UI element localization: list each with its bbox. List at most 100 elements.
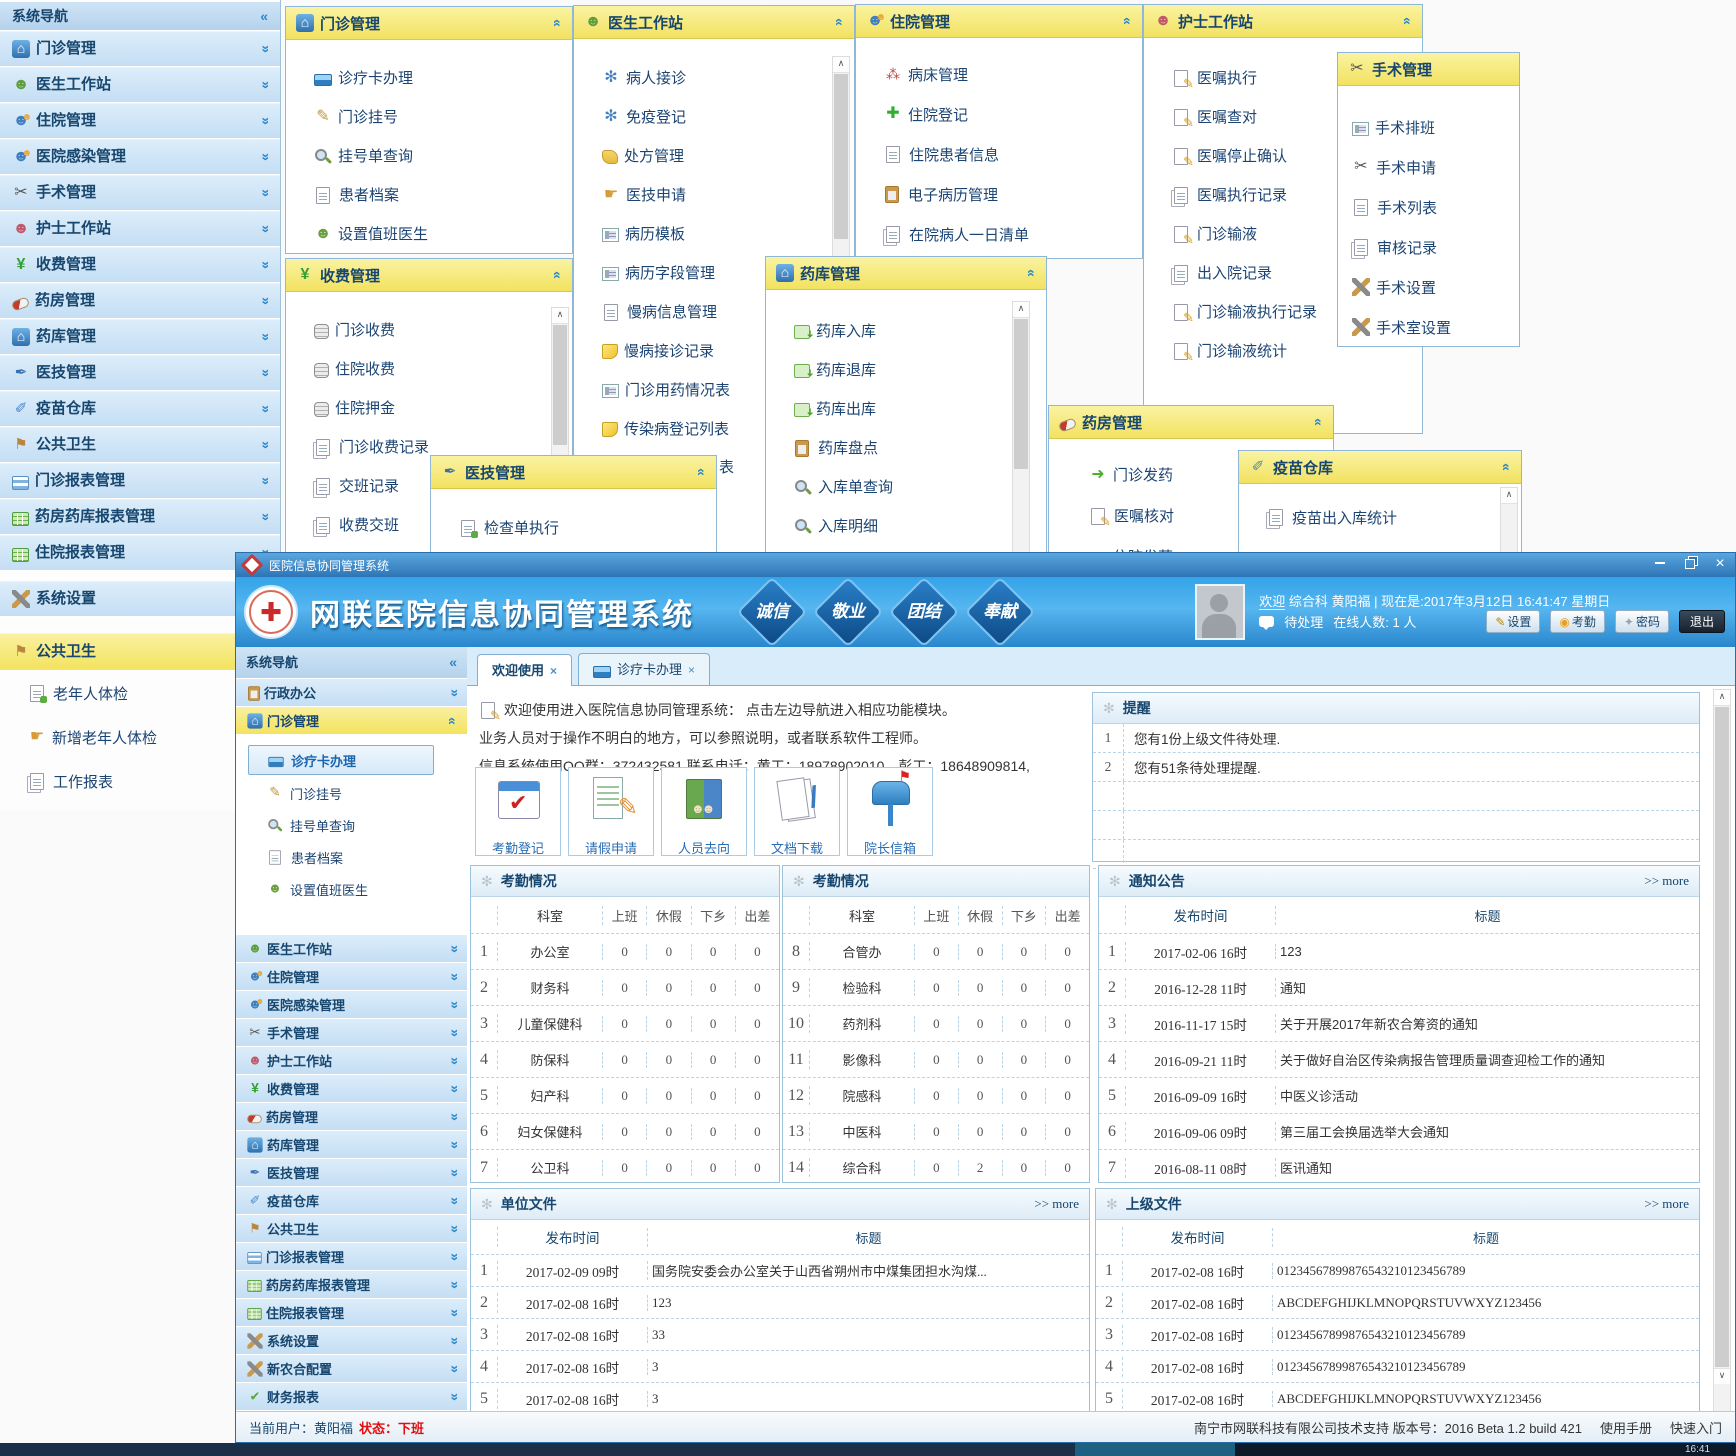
- table-row[interactable]: 22016-12-28 11时 通知: [1099, 969, 1699, 1005]
- nav-item[interactable]: 手术管理 «: [0, 175, 280, 211]
- table-row[interactable]: 42017-02-08 16时 012345678998765432101234…: [1096, 1350, 1699, 1382]
- table-row[interactable]: 2财务科 00 00: [471, 969, 779, 1005]
- table-row[interactable]: 32017-02-08 16时 012345678998765432101234…: [1096, 1318, 1699, 1350]
- table-row[interactable]: 72016-08-11 08时 医讯通知: [1099, 1149, 1699, 1185]
- table-row[interactable]: 12017-02-09 09时 国务院安委会办公室关于山西省朔州市中煤集团担水沟…: [471, 1254, 1089, 1286]
- table-row[interactable]: 13中医科 00 00: [783, 1113, 1089, 1149]
- menu-item[interactable]: 手术排班: [1338, 107, 1519, 147]
- table-row[interactable]: 12017-02-08 16时 012345678998765432101234…: [1096, 1254, 1699, 1286]
- menu-item[interactable]: 住院收费: [286, 349, 572, 388]
- menu-item[interactable]: 入库单查询: [766, 467, 1046, 506]
- panel-header[interactable]: 药房管理 «: [1049, 406, 1333, 439]
- table-row[interactable]: 22017-02-08 16时 ABCDEFGHIJKLMNOPQRSTUVWX…: [1096, 1286, 1699, 1318]
- panel-header[interactable]: 疫苗仓库 «: [1239, 451, 1521, 484]
- sidebar-group[interactable]: 医技管理 «: [236, 1159, 467, 1187]
- nav-item[interactable]: 门诊管理 «: [0, 31, 280, 67]
- menu-item[interactable]: 设置值班医生: [286, 214, 572, 253]
- nav-item[interactable]: 疫苗仓库 «: [0, 391, 280, 427]
- attendance-register-button[interactable]: 考勤登记: [475, 767, 561, 856]
- menu-item[interactable]: 处方管理: [574, 136, 854, 175]
- attendance-button[interactable]: ◉考勤: [1550, 610, 1605, 633]
- table-row[interactable]: 14综合科 02 00: [783, 1149, 1089, 1185]
- panel-header[interactable]: 住院管理 «: [856, 5, 1142, 38]
- nav-item[interactable]: 医技管理 «: [0, 355, 280, 391]
- sidebar-group[interactable]: 住院管理 «: [236, 963, 467, 991]
- scroll-up-icon[interactable]: ∧: [1714, 690, 1730, 706]
- sidebar-group[interactable]: 医院感染管理 «: [236, 991, 467, 1019]
- table-row[interactable]: 6妇女保健科 00 00: [471, 1113, 779, 1149]
- menu-item[interactable]: 住院押金: [286, 388, 572, 427]
- manual-link[interactable]: 使用手册: [1600, 1418, 1652, 1437]
- content-scrollbar[interactable]: ∧ ∨: [1713, 689, 1731, 1411]
- nav-item[interactable]: 公共卫生 «: [0, 427, 280, 463]
- sidebar-group[interactable]: 行政办公 «: [236, 679, 467, 707]
- panel-scrollbar[interactable]: ∧: [1500, 487, 1518, 553]
- sidebar-group[interactable]: 药库管理 «: [236, 1131, 467, 1159]
- menu-item[interactable]: 医技申请: [574, 175, 854, 214]
- table-row[interactable]: 12017-02-06 16时 123: [1099, 933, 1699, 969]
- collapse-up-icon[interactable]: «: [1120, 17, 1136, 25]
- sidebar-group[interactable]: 手术管理 «: [236, 1019, 467, 1047]
- reminder-row[interactable]: 2 您有51条待处理提醒.: [1093, 753, 1699, 782]
- collapse-up-icon[interactable]: «: [1311, 418, 1327, 426]
- menu-item[interactable]: 审核记录: [1338, 227, 1519, 267]
- pending-link[interactable]: 待处理: [1284, 612, 1323, 631]
- scroll-down-icon[interactable]: ∨: [1714, 1368, 1730, 1384]
- sidebar-group[interactable]: 医生工作站 «: [236, 935, 467, 963]
- sidebar-group[interactable]: 财务报表 «: [236, 1383, 467, 1411]
- menu-item[interactable]: 患者档案: [286, 175, 572, 214]
- nav-item[interactable]: 药房管理 «: [0, 283, 280, 319]
- table-row[interactable]: 1办公室 00 00: [471, 933, 779, 969]
- table-row[interactable]: 62016-09-06 09时 第三届工会换届选举大会通知: [1099, 1113, 1699, 1149]
- nav-item[interactable]: 药库管理 «: [0, 319, 280, 355]
- menu-item[interactable]: 疫苗出入库统计: [1239, 498, 1521, 536]
- nav-item[interactable]: 药房药库报表管理 «: [0, 499, 280, 535]
- menu-item[interactable]: 门诊收费: [286, 310, 572, 349]
- quickstart-link[interactable]: 快速入门: [1670, 1418, 1722, 1437]
- scroll-thumb[interactable]: [1715, 707, 1729, 1367]
- more-link[interactable]: >> more: [1644, 873, 1689, 889]
- tab-card-handling[interactable]: 诊疗卡办理 ×: [578, 653, 710, 685]
- more-link[interactable]: >> more: [1644, 1196, 1689, 1212]
- menu-item[interactable]: 病人接诊: [574, 58, 854, 97]
- table-row[interactable]: 12院感科 00 00: [783, 1077, 1089, 1113]
- nav-item[interactable]: 门诊报表管理 «: [0, 463, 280, 499]
- menu-item[interactable]: 药库出库: [766, 389, 1046, 428]
- nav-item[interactable]: 住院管理 «: [0, 103, 280, 139]
- table-row[interactable]: 42017-02-08 16时 3: [471, 1350, 1089, 1382]
- nav-item[interactable]: 医院感染管理 «: [0, 139, 280, 175]
- nav-header[interactable]: 系统导航 «: [0, 2, 280, 31]
- sidebar-group[interactable]: 药房管理 «: [236, 1103, 467, 1131]
- sidebar-submenu-item[interactable]: 诊疗卡办理: [248, 745, 434, 775]
- sidebar-group[interactable]: 系统设置 «: [236, 1327, 467, 1355]
- menu-item[interactable]: 在院病人一日清单: [856, 214, 1142, 254]
- table-row[interactable]: 3儿童保健科 00 00: [471, 1005, 779, 1041]
- sidebar-submenu-item[interactable]: 门诊挂号: [248, 777, 467, 809]
- panel-header[interactable]: 医生工作站 «: [574, 6, 854, 39]
- menu-item[interactable]: 诊疗卡办理: [286, 58, 572, 97]
- document-download-button[interactable]: 文档下载: [754, 767, 840, 856]
- panel-header[interactable]: 手术管理: [1338, 53, 1519, 86]
- tab-close-icon[interactable]: ×: [550, 656, 557, 686]
- sidebar-header[interactable]: 系统导航 «: [236, 647, 467, 679]
- table-row[interactable]: 32017-02-08 16时 33: [471, 1318, 1089, 1350]
- os-taskbar[interactable]: 16:41: [0, 1443, 1736, 1456]
- logout-button[interactable]: 退出: [1679, 610, 1725, 633]
- menu-item[interactable]: 入库明细: [766, 506, 1046, 545]
- scroll-thumb[interactable]: [1014, 319, 1028, 469]
- table-row[interactable]: 10药剂科 00 00: [783, 1005, 1089, 1041]
- collapse-up-icon[interactable]: «: [832, 18, 848, 26]
- scroll-thumb[interactable]: [553, 325, 567, 445]
- sidebar-submenu-item[interactable]: 挂号单查询: [248, 809, 467, 841]
- sidebar-group-outpatient-active[interactable]: 门诊管理 «: [236, 707, 467, 735]
- scroll-thumb[interactable]: [834, 74, 848, 239]
- menu-item[interactable]: 手术设置: [1338, 267, 1519, 307]
- menu-item[interactable]: 药库入库: [766, 311, 1046, 350]
- collapse-up-icon[interactable]: «: [694, 468, 710, 476]
- menu-item[interactable]: 手术列表: [1338, 187, 1519, 227]
- sidebar-group[interactable]: 门诊报表管理 «: [236, 1243, 467, 1271]
- sidebar-group[interactable]: 疫苗仓库 «: [236, 1187, 467, 1215]
- collapse-up-icon[interactable]: «: [1499, 463, 1515, 471]
- panel-header[interactable]: 门诊管理 «: [286, 7, 572, 40]
- scroll-up-icon[interactable]: ∧: [833, 57, 849, 73]
